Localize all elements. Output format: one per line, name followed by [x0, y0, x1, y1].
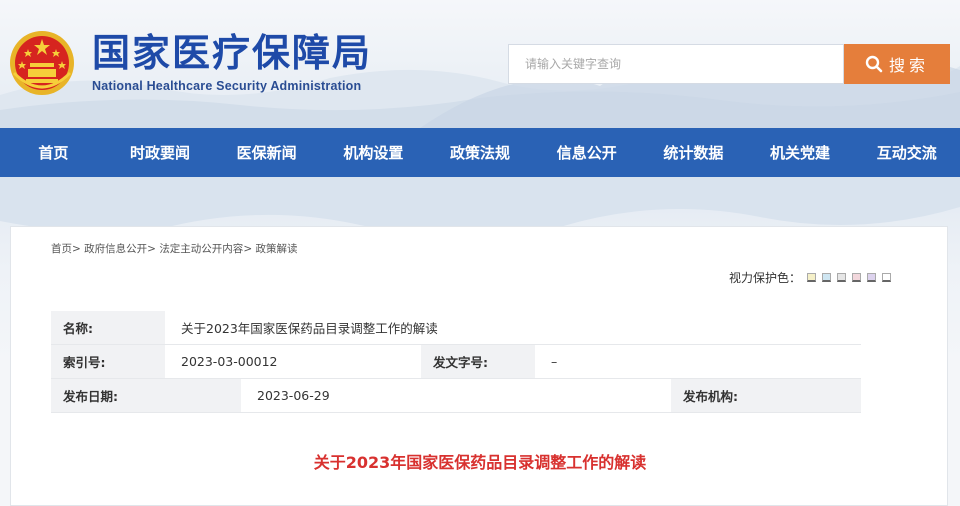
- main-nav: 首页 时政要闻 医保新闻 机构设置 政策法规 信息公开 统计数据 机关党建 互动…: [0, 128, 960, 177]
- eye-care-label: 视力保护色：: [729, 271, 802, 285]
- meta-value-name: 关于2023年国家医保药品目录调整工作的解读: [165, 311, 861, 344]
- breadcrumb-home[interactable]: 首页: [51, 243, 72, 255]
- meta-label-index: 索引号:: [51, 345, 165, 378]
- content-panel: 首页> 政府信息公开> 法定主动公开内容> 政策解读 视力保护色： 名称: 关于…: [10, 226, 948, 506]
- article-title: 关于2023年国家医保药品目录调整工作的解读: [313, 453, 647, 472]
- row-divider: [51, 412, 861, 413]
- meta-value-doc-no: –: [535, 345, 861, 378]
- nav-item-info-disclosure[interactable]: 信息公开: [533, 128, 640, 177]
- nav-item-interaction[interactable]: 互动交流: [853, 128, 960, 177]
- nav-item-statistics[interactable]: 统计数据: [640, 128, 747, 177]
- meta-row-name: 名称: 关于2023年国家医保药品目录调整工作的解读: [51, 311, 861, 345]
- eye-care-color-picker: 视力保护色：: [729, 269, 892, 286]
- nav-item-organization[interactable]: 机构设置: [320, 128, 427, 177]
- color-swatch-pink[interactable]: [852, 273, 862, 282]
- breadcrumb-info-disclosure[interactable]: 政府信息公开: [84, 243, 147, 255]
- meta-label-date: 发布日期:: [51, 379, 241, 412]
- meta-label-name: 名称:: [51, 311, 165, 344]
- breadcrumb-separator: >: [72, 243, 81, 255]
- nav-item-home[interactable]: 首页: [0, 128, 107, 177]
- color-swatch-white[interactable]: [882, 273, 892, 282]
- meta-value-date: 2023-06-29: [241, 379, 671, 412]
- site-subtitle: National Healthcare Security Administrat…: [92, 79, 362, 93]
- nav-item-party-building[interactable]: 机关党建: [747, 128, 854, 177]
- breadcrumb: 首页> 政府信息公开> 法定主动公开内容> 政策解读: [51, 241, 297, 256]
- breadcrumb-separator: >: [243, 243, 253, 255]
- breadcrumb-policy-interpretation[interactable]: 政策解读: [255, 243, 297, 255]
- search-input[interactable]: [508, 44, 844, 84]
- search-button[interactable]: 搜索: [844, 44, 950, 84]
- search-icon: [865, 55, 883, 73]
- nav-item-policies[interactable]: 政策法规: [427, 128, 534, 177]
- color-swatch-yellow[interactable]: [807, 273, 817, 282]
- site-header: 国家医疗保障局 National Healthcare Security Adm…: [0, 0, 960, 128]
- meta-label-doc-no: 发文字号:: [421, 345, 535, 378]
- breadcrumb-separator: >: [147, 243, 156, 255]
- color-swatch-blue[interactable]: [822, 273, 832, 282]
- nav-item-current-affairs[interactable]: 时政要闻: [107, 128, 214, 177]
- national-emblem-icon[interactable]: [8, 29, 76, 97]
- nav-item-healthcare-news[interactable]: 医保新闻: [213, 128, 320, 177]
- color-swatch-gray[interactable]: [837, 273, 847, 282]
- color-swatch-purple[interactable]: [867, 273, 877, 282]
- document-meta-table: 名称: 关于2023年国家医保药品目录调整工作的解读 索引号: 2023-03-…: [51, 311, 861, 413]
- meta-row-index: 索引号: 2023-03-00012 发文字号: –: [51, 345, 861, 379]
- search-button-label: 搜索: [888, 56, 929, 75]
- meta-value-index: 2023-03-00012: [165, 345, 421, 378]
- meta-label-issuer: 发布机构:: [671, 379, 861, 412]
- site-title: 国家医疗保障局: [92, 30, 373, 75]
- breadcrumb-mandatory-disclosure[interactable]: 法定主动公开内容: [159, 243, 243, 255]
- meta-row-date: 发布日期: 2023-06-29 发布机构:: [51, 379, 861, 413]
